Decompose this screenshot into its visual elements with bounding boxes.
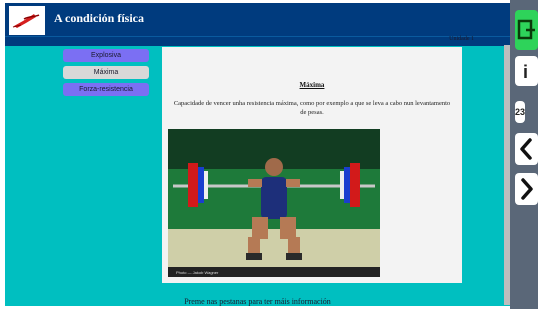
content-title: Máxima xyxy=(299,81,325,89)
chevron-left-icon xyxy=(520,138,532,160)
header-bar: A condición física xyxy=(5,3,510,36)
tab-explosiva[interactable]: Explosiva xyxy=(63,49,149,62)
content-description: Capacidade de vencer unha resistencia má… xyxy=(173,100,451,116)
next-button[interactable] xyxy=(515,173,538,205)
unit-label: Unidade 1 xyxy=(449,36,474,42)
svg-text:i: i xyxy=(523,62,528,82)
app-title: A condición física xyxy=(54,11,145,25)
logo-icon xyxy=(9,6,45,35)
tab-forza-resistencia[interactable]: Forza-resistencia xyxy=(63,83,149,96)
photo-caption: Photo — Jakob Wagner xyxy=(176,270,219,275)
info-icon: i xyxy=(523,62,528,82)
info-button[interactable]: i xyxy=(515,56,538,86)
page-number: 23 xyxy=(515,101,526,123)
exit-button[interactable] xyxy=(515,10,538,50)
tab-maxima[interactable]: Máxima xyxy=(63,66,149,79)
app-window: A condición física Unidade 1 Explosiva M… xyxy=(5,3,510,306)
weightlifter-photo: Photo — Jakob Wagner xyxy=(168,129,380,277)
previous-button[interactable] xyxy=(515,133,538,165)
side-toolbar: i 23 xyxy=(510,0,538,309)
exit-icon xyxy=(517,19,535,40)
sub-header-bar xyxy=(5,36,510,46)
chevron-right-icon xyxy=(521,178,533,200)
footer-hint: Preme nas pestanas para ter máis informa… xyxy=(184,297,331,306)
